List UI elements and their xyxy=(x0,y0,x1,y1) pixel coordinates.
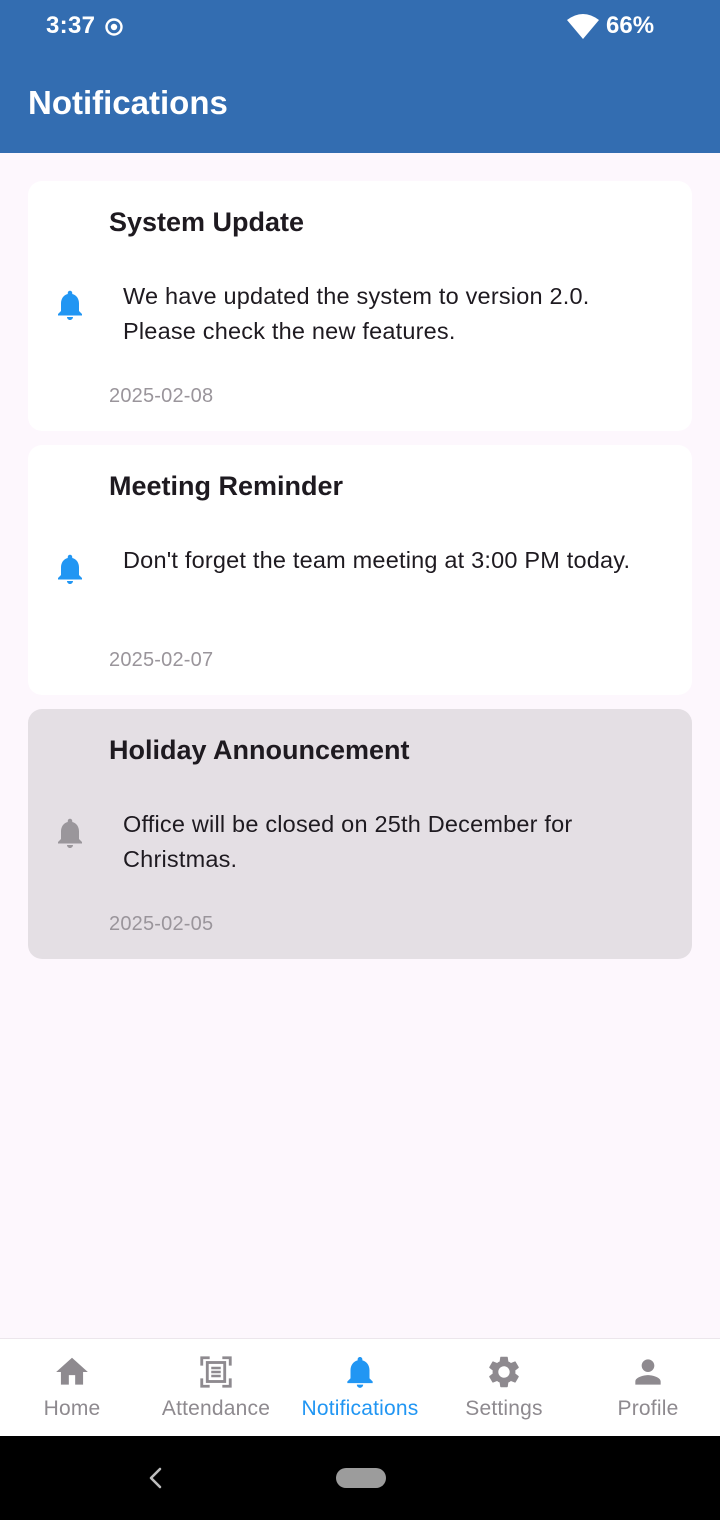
notification-title: System Update xyxy=(109,207,305,237)
nav-item-home[interactable]: Home xyxy=(0,1339,144,1437)
bell-icon xyxy=(58,290,82,320)
notification-card[interactable]: Meeting Reminder Don't forget the team m… xyxy=(28,445,692,695)
person-icon xyxy=(635,1359,661,1385)
notification-card-read[interactable]: Holiday Announcement Office will be clos… xyxy=(28,709,692,959)
app-header: 3:37 66% Notifications xyxy=(0,0,720,153)
status-time: 3:37 xyxy=(46,12,96,39)
nav-label: Notifications xyxy=(301,1397,419,1420)
notification-title: Meeting Reminder xyxy=(109,471,344,501)
notification-list: System Update We have updated the system… xyxy=(28,181,692,973)
nav-item-settings[interactable]: Settings xyxy=(432,1339,576,1437)
location-dot-icon xyxy=(105,18,123,36)
attendance-scan-icon xyxy=(200,1356,232,1388)
nav-item-attendance[interactable]: Attendance xyxy=(144,1339,288,1437)
home-gesture-pill[interactable] xyxy=(336,1468,386,1488)
bottom-navigation: Home Attendance Notifications Settings P… xyxy=(0,1338,720,1436)
bell-icon xyxy=(58,554,82,584)
battery-percentage: 66% xyxy=(606,12,655,39)
nav-item-notifications[interactable]: Notifications xyxy=(288,1339,432,1437)
notification-message: Don't forget the team meeting at 3:00 PM… xyxy=(123,547,631,573)
nav-label: Profile xyxy=(617,1397,679,1420)
gear-icon xyxy=(489,1356,519,1388)
notification-date: 2025-02-07 xyxy=(109,649,214,671)
bell-icon xyxy=(58,818,82,848)
nav-label: Settings xyxy=(465,1397,543,1420)
wifi-icon xyxy=(567,14,599,39)
notification-message: Office will be closed on 25th December f… xyxy=(123,811,573,872)
nav-label: Home xyxy=(43,1397,101,1420)
notification-message: We have updated the system to version 2.… xyxy=(123,283,590,344)
notification-date: 2025-02-05 xyxy=(109,913,214,935)
notification-date: 2025-02-08 xyxy=(109,385,214,407)
notification-card[interactable]: System Update We have updated the system… xyxy=(28,181,692,431)
system-navigation-bar xyxy=(0,1436,720,1520)
status-bar: 3:37 66% xyxy=(0,0,720,56)
back-chevron-icon[interactable] xyxy=(146,1466,166,1490)
page-title: Notifications xyxy=(28,84,228,121)
nav-item-profile[interactable]: Profile xyxy=(576,1339,720,1437)
notification-title: Holiday Announcement xyxy=(109,735,410,765)
nav-label: Attendance xyxy=(161,1397,271,1420)
home-icon xyxy=(56,1357,88,1385)
bell-icon xyxy=(347,1356,373,1388)
